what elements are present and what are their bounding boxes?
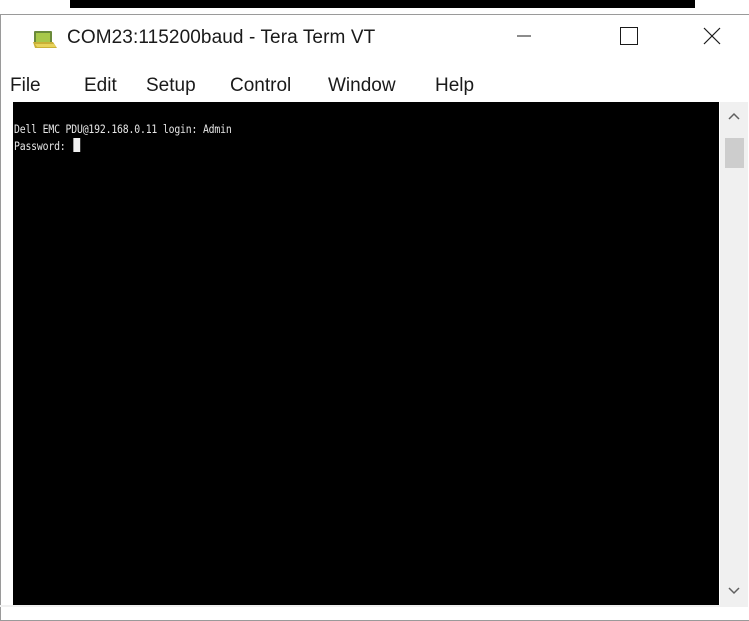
- window-title: COM23:115200baud - Tera Term VT: [67, 27, 376, 48]
- text-cursor: [72, 138, 80, 152]
- menu-edit[interactable]: Edit: [84, 75, 117, 97]
- password-prompt: Password:: [14, 139, 72, 153]
- tera-term-icon[interactable]: [32, 28, 58, 50]
- menu-control[interactable]: Control: [230, 75, 291, 97]
- menu-help[interactable]: Help: [435, 75, 474, 97]
- menu-setup[interactable]: Setup: [146, 75, 196, 97]
- close-button[interactable]: [673, 15, 749, 61]
- chevron-down-icon: [728, 582, 740, 600]
- close-icon: [703, 27, 721, 50]
- maximize-icon: [619, 26, 639, 51]
- menu-bar: File Edit Setup Control Window Help: [1, 75, 749, 105]
- minimize-icon: [517, 29, 531, 48]
- terminal-screen[interactable]: Dell EMC PDU@192.168.0.11 login: Admin P…: [13, 102, 719, 605]
- background-window-strip: [70, 0, 695, 8]
- terminal-line: Password:: [14, 138, 80, 153]
- minimize-button[interactable]: [485, 15, 563, 61]
- vertical-scrollbar[interactable]: [720, 102, 748, 605]
- scroll-up-button[interactable]: [720, 102, 748, 130]
- maximize-button[interactable]: [590, 15, 668, 61]
- terminal-line: Dell EMC PDU@192.168.0.11 login: Admin: [14, 122, 232, 136]
- scroll-down-button[interactable]: [720, 577, 748, 605]
- menu-file[interactable]: File: [10, 75, 41, 97]
- window-bottom-edge: [0, 605, 748, 607]
- scroll-thumb[interactable]: [725, 138, 744, 168]
- chevron-up-icon: [728, 107, 740, 125]
- menu-window[interactable]: Window: [328, 75, 396, 97]
- title-bar[interactable]: COM23:115200baud - Tera Term VT: [1, 15, 749, 61]
